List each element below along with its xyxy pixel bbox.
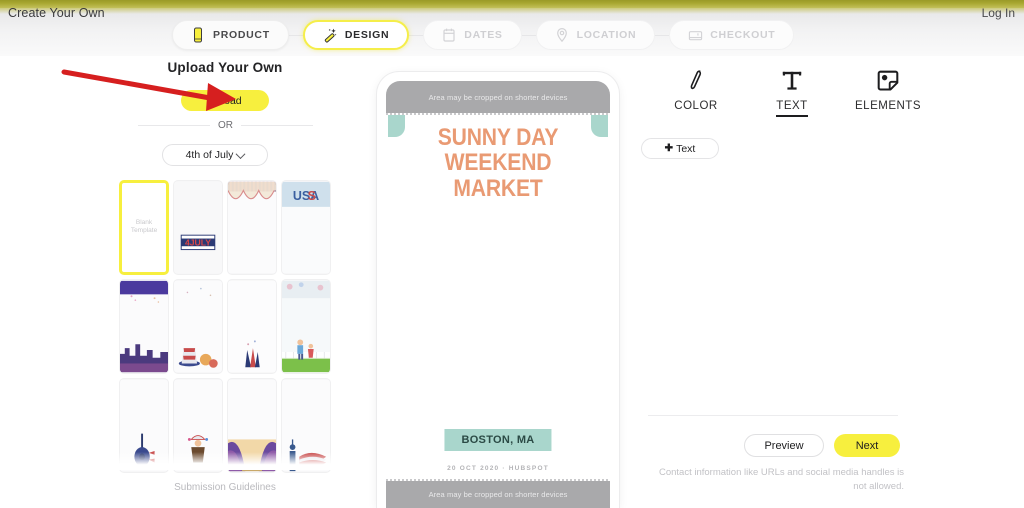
calendar-icon <box>442 27 456 43</box>
step-navigation: PRODUCT DESIGN DATES LOCATION CHECKOUT <box>172 20 795 50</box>
next-button[interactable]: Next <box>834 434 900 457</box>
tool-tabs: COLOR TEXT ELEMENTS <box>648 66 938 117</box>
template-card[interactable] <box>281 279 331 374</box>
page-title: Create Your Own <box>8 6 105 20</box>
add-text-button[interactable]: ✚ Text <box>641 138 719 159</box>
template-card[interactable] <box>227 180 277 275</box>
template-card[interactable] <box>173 378 223 473</box>
step-location[interactable]: LOCATION <box>535 20 656 50</box>
headline-text[interactable]: SUNNY DAY WEEKEND MARKET <box>399 124 596 202</box>
tab-color[interactable]: COLOR <box>648 66 744 117</box>
tab-elements[interactable]: ELEMENTS <box>840 66 936 117</box>
pen-icon <box>648 66 744 96</box>
template-thumb-guitar <box>120 379 168 472</box>
template-thumb-hills <box>228 379 276 472</box>
login-link[interactable]: Log In <box>982 6 1015 20</box>
sticker-icon <box>840 66 936 96</box>
wand-icon <box>323 27 337 43</box>
step-connector <box>521 34 536 36</box>
crop-notice-top: Area may be cropped on shorter devices <box>386 81 610 113</box>
template-thumb-fourjuly: 4JULY <box>174 181 222 274</box>
template-grid: Blank Template 4JULY USA S <box>108 180 342 473</box>
template-thumb-usa: USA S <box>282 181 330 274</box>
step-connector <box>288 34 303 36</box>
tab-text[interactable]: TEXT <box>744 66 840 117</box>
template-card[interactable] <box>173 279 223 374</box>
date-text: 20 OCT 2020 · HUBSPOT <box>447 465 549 472</box>
location-badge[interactable]: BOSTON, MA <box>444 429 552 451</box>
divider-line-right <box>241 125 313 126</box>
crop-notice-bottom: Area may be cropped on shorter devices <box>386 481 610 508</box>
holiday-dropdown[interactable]: 4th of July <box>162 144 268 166</box>
step-dates[interactable]: DATES <box>423 20 522 50</box>
chevron-down-icon <box>235 148 246 159</box>
svg-text:S: S <box>308 189 316 203</box>
or-label: OR <box>218 120 233 131</box>
template-thumb-sparkler <box>228 280 276 373</box>
step-connector <box>655 34 670 36</box>
pin-icon <box>555 27 569 43</box>
add-text-label: Text <box>676 142 696 155</box>
phone-preview-frame: Area may be cropped on shorter devices S… <box>377 72 619 508</box>
submission-guidelines-link[interactable]: Submission Guidelines <box>108 482 342 493</box>
headline-line-1: SUNNY DAY <box>437 124 559 151</box>
or-divider: OR <box>138 120 313 131</box>
step-dates-label: DATES <box>464 29 503 41</box>
template-card[interactable] <box>119 378 169 473</box>
tab-elements-label: ELEMENTS <box>855 100 921 112</box>
plus-icon: ✚ <box>664 143 674 154</box>
divider-line-left <box>138 125 210 126</box>
step-location-label: LOCATION <box>576 29 637 41</box>
template-card[interactable] <box>281 378 331 473</box>
step-checkout-label: CHECKOUT <box>710 29 776 41</box>
upload-button[interactable]: Upload <box>181 90 269 111</box>
create-your-own-design-page: Create Your Own Log In PRODUCT DESIGN DA… <box>0 0 1024 508</box>
brand-color-strip <box>0 0 1024 8</box>
template-card[interactable]: USA S <box>281 180 331 275</box>
template-label: Blank Template <box>130 218 158 235</box>
template-thumb-skyline <box>120 280 168 373</box>
disclaimer-text: Contact information like URLs and social… <box>658 467 904 492</box>
crop-boundary-top <box>386 113 610 115</box>
holiday-dropdown-value: 4th of July <box>185 149 234 161</box>
editor-tools-panel: COLOR TEXT ELEMENTS ✚ Text Preview Next … <box>640 60 1024 508</box>
template-card[interactable]: 4JULY <box>173 180 223 275</box>
product-icon <box>191 27 205 43</box>
template-card[interactable]: Blank Template <box>119 180 169 275</box>
template-thumb-liberty <box>282 379 330 472</box>
template-card[interactable] <box>119 279 169 374</box>
step-connector <box>409 34 424 36</box>
step-checkout[interactable]: CHECKOUT <box>669 20 795 50</box>
template-thumb-backyard <box>282 280 330 373</box>
step-product-label: PRODUCT <box>213 29 270 41</box>
action-buttons: Preview Next <box>744 434 900 457</box>
template-thumb-parade <box>174 379 222 472</box>
svg-text:4JULY: 4JULY <box>185 237 211 247</box>
step-design[interactable]: DESIGN <box>302 20 410 50</box>
template-thumb-bunting <box>228 181 276 274</box>
template-sidebar: Upload Your Own Upload OR 4th of July Bl… <box>108 58 342 508</box>
tab-color-label: COLOR <box>674 100 718 112</box>
template-thumb-hat <box>174 280 222 373</box>
template-card[interactable] <box>227 378 277 473</box>
tab-text-label: TEXT <box>776 100 808 117</box>
panel-divider <box>648 415 898 416</box>
headline-line-2: WEEKEND MARKET <box>444 149 552 202</box>
preview-button[interactable]: Preview <box>744 434 824 457</box>
card-icon <box>688 27 703 43</box>
text-t-icon <box>744 66 840 96</box>
step-product[interactable]: PRODUCT <box>172 20 289 50</box>
template-card[interactable] <box>227 279 277 374</box>
step-design-label: DESIGN <box>344 29 390 41</box>
design-canvas[interactable]: Area may be cropped on shorter devices S… <box>386 81 610 508</box>
upload-your-own-heading: Upload Your Own <box>167 60 283 75</box>
